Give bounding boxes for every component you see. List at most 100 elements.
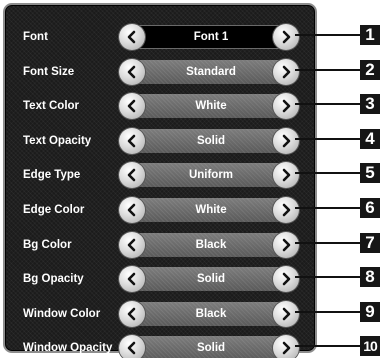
callout-line [295, 34, 361, 36]
chevron-left-icon [123, 165, 141, 185]
chevron-right-icon [277, 165, 295, 185]
chevron-left-icon [123, 235, 141, 255]
chevron-right-icon [277, 96, 295, 116]
previous-button-bg-opacity[interactable] [119, 266, 145, 293]
option-value-edge-type: Uniform [188, 169, 234, 182]
caption-settings-panel: Font Font 1 Font Size Standard Text Color Whi… [3, 3, 319, 358]
next-button-text-opacity[interactable] [273, 127, 299, 154]
option-value-bg-opacity: Solid [196, 273, 226, 286]
callout-number-badge: 6 [360, 198, 380, 218]
option-value-text-opacity: Solid [196, 134, 226, 147]
chevron-right-icon [277, 200, 295, 220]
option-value-box-window-opacity[interactable]: Solid [134, 336, 288, 358]
previous-button-window-color[interactable] [119, 300, 145, 327]
callout-number-badge: 10 [360, 336, 380, 357]
option-row-window-color[interactable]: Window Color Black [5, 297, 319, 331]
chevron-right-icon [277, 62, 295, 82]
option-label-window-opacity: Window Opacity [23, 342, 113, 355]
callout-number-badge: 9 [360, 301, 380, 322]
option-label-edge-color: Edge Color [23, 204, 85, 216]
option-value-box-text-color[interactable]: White [134, 94, 288, 119]
option-label-font-size: Font Size [23, 65, 75, 78]
callout-number-badge: 8 [360, 267, 380, 288]
option-value-box-font[interactable]: Font 1 [134, 25, 288, 49]
next-button-font[interactable] [273, 24, 299, 50]
option-row-font-size[interactable]: Font Size Standard [5, 55, 319, 89]
previous-button-font-size[interactable] [119, 58, 145, 85]
callout-line [295, 345, 361, 348]
callout-line [295, 103, 361, 106]
callout-number-badge: 4 [360, 128, 380, 149]
option-label-window-color: Window Color [23, 307, 101, 320]
previous-button-text-opacity[interactable] [119, 127, 145, 154]
chevron-right-icon [277, 269, 295, 289]
chevron-right-icon [277, 338, 295, 358]
option-value-edge-color: White [195, 204, 227, 216]
option-value-box-bg-color[interactable]: Black [134, 232, 288, 257]
callout-line [295, 137, 361, 140]
option-value-box-edge-type[interactable]: Uniform [134, 163, 288, 188]
callout-number-badge: 5 [360, 163, 380, 184]
option-value-window-opacity: Solid [196, 342, 226, 355]
option-value-box-font-size[interactable]: Standard [134, 59, 288, 84]
option-value-box-text-opacity[interactable]: Solid [134, 128, 288, 153]
previous-button-text-color[interactable] [119, 93, 145, 120]
option-row-bg-opacity[interactable]: Bg Opacity Solid [5, 262, 319, 296]
next-button-bg-color[interactable] [273, 231, 299, 258]
callout-number-badge: 3 [360, 94, 380, 115]
option-value-box-edge-color[interactable]: White [134, 198, 288, 222]
chevron-right-icon [277, 27, 295, 47]
previous-button-edge-color[interactable] [119, 197, 145, 223]
option-value-window-color: Black [195, 307, 227, 320]
previous-button-font[interactable] [119, 24, 145, 50]
caption-settings-figure: Font Font 1 Font Size Standard Text Color Whi… [0, 0, 388, 358]
previous-button-window-opacity[interactable] [119, 335, 145, 358]
chevron-left-icon [123, 96, 141, 116]
callout-number-badge: 7 [360, 232, 380, 253]
option-value-box-bg-opacity[interactable]: Solid [134, 267, 288, 292]
chevron-right-icon [277, 131, 295, 151]
option-row-window-opacity[interactable]: Window Opacity Solid [5, 331, 319, 358]
callout-line [295, 172, 361, 175]
next-button-edge-type[interactable] [273, 162, 299, 189]
option-label-font: Font [23, 31, 48, 43]
chevron-left-icon [123, 131, 141, 151]
option-label-text-opacity: Text Opacity [23, 134, 92, 147]
option-label-bg-color: Bg Color [23, 238, 72, 251]
chevron-left-icon [123, 62, 141, 82]
option-value-font-size: Standard [186, 65, 236, 78]
callout-line [295, 207, 361, 209]
option-label-bg-opacity: Bg Opacity [23, 273, 84, 286]
option-row-text-color[interactable]: Text Color White [5, 89, 319, 123]
option-row-text-opacity[interactable]: Text Opacity Solid [5, 124, 319, 158]
option-label-text-color: Text Color [23, 100, 80, 113]
chevron-left-icon [123, 200, 141, 220]
option-row-edge-color[interactable]: Edge Color White [5, 193, 319, 227]
chevron-left-icon [123, 27, 141, 47]
callout-line [295, 310, 361, 313]
chevron-right-icon [277, 304, 295, 324]
option-value-bg-color: Black [195, 238, 227, 251]
callout-line [295, 276, 361, 279]
next-button-window-color[interactable] [273, 300, 299, 327]
next-button-text-color[interactable] [273, 93, 299, 120]
option-row-font[interactable]: Font Font 1 [5, 20, 319, 54]
callout-number-badge: 2 [360, 59, 380, 80]
chevron-right-icon [277, 235, 295, 255]
option-value-font: Font 1 [193, 31, 229, 43]
chevron-left-icon [123, 304, 141, 324]
option-value-box-window-color[interactable]: Black [134, 301, 288, 326]
option-value-text-color: White [195, 100, 227, 113]
previous-button-bg-color[interactable] [119, 231, 145, 258]
option-row-edge-type[interactable]: Edge Type Uniform [5, 158, 319, 192]
next-button-font-size[interactable] [273, 58, 299, 85]
option-label-edge-type: Edge Type [23, 169, 81, 182]
option-row-bg-color[interactable]: Bg Color Black [5, 228, 319, 262]
callout-line [295, 68, 361, 71]
next-button-bg-opacity[interactable] [273, 266, 299, 293]
chevron-left-icon [123, 338, 141, 358]
chevron-left-icon [123, 269, 141, 289]
callout-number-badge: 1 [360, 25, 380, 45]
next-button-edge-color[interactable] [273, 197, 299, 223]
callout-line [295, 241, 361, 244]
